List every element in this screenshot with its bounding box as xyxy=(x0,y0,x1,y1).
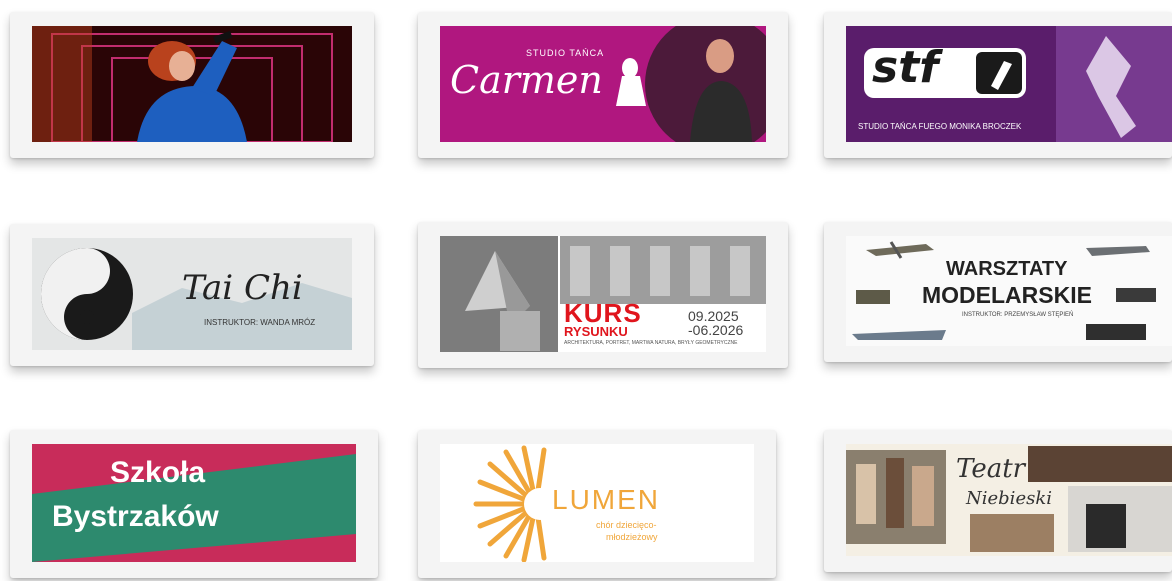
modelarskie-title-2: MODELARSKIE xyxy=(922,282,1092,308)
bystrzakow-title-1: Szkoła xyxy=(110,456,206,489)
banner-image xyxy=(32,26,352,142)
tile-singing-class[interactable] xyxy=(10,12,374,158)
stf-logo: stf xyxy=(872,42,939,93)
banner-image: Szkoła Bystrzaków xyxy=(32,444,356,562)
tile-szkola-bystrzakow[interactable]: Szkoła Bystrzaków xyxy=(10,430,378,578)
teatr-title-1: Teatr xyxy=(956,454,1026,484)
taichi-title: Tai Chi xyxy=(182,268,303,308)
carmen-title: Carmen xyxy=(450,58,603,102)
tile-lumen-choir[interactable]: LUMEN chór dziecięco- młodzieżowy xyxy=(418,430,776,578)
stf-subtitle: STUDIO TAŃCA FUEGO MONIKA BROCZEK xyxy=(858,122,1022,131)
taichi-subtitle: INSTRUKTOR: WANDA MRÓZ xyxy=(204,318,316,327)
bystrzakow-title-2: Bystrzaków xyxy=(52,500,219,533)
tile-carmen-dance-studio[interactable]: STUDIO TAŃCA Carmen xyxy=(418,12,788,158)
kurs-date-2: -06.2026 xyxy=(688,322,744,338)
banner-image: LUMEN chór dziecięco- młodzieżowy xyxy=(440,444,754,562)
lumen-sub-2: młodzieżowy xyxy=(606,532,658,542)
lumen-title: LUMEN xyxy=(552,484,661,515)
kurs-title-2: RYSUNKU xyxy=(564,324,628,339)
tile-warsztaty-modelarskie[interactable]: WARSZTATY MODELARSKIE INSTRUKTOR: PRZEMY… xyxy=(824,222,1172,362)
banner-image: WARSZTATY MODELARSKIE INSTRUKTOR: PRZEMY… xyxy=(846,236,1172,346)
banner-image: Tai Chi INSTRUKTOR: WANDA MRÓZ xyxy=(32,238,352,350)
banner-image: STUDIO TAŃCA Carmen xyxy=(440,26,766,142)
lumen-sub-1: chór dziecięco- xyxy=(596,520,657,530)
banner-image: stf STUDIO TAŃCA FUEGO MONIKA BROCZEK xyxy=(846,26,1172,142)
banner-image: Teatr Niebieski xyxy=(846,444,1172,556)
kurs-footer: ARCHITEKTURA, PORTRET, MARTWA NATURA, BR… xyxy=(564,340,738,346)
tile-kurs-rysunku[interactable]: KURS RYSUNKU 09.2025 -06.2026 ARCHITEKTU… xyxy=(418,222,788,368)
tile-stf-dance-studio[interactable]: stf STUDIO TAŃCA FUEGO MONIKA BROCZEK xyxy=(824,12,1172,158)
banner-image: KURS RYSUNKU 09.2025 -06.2026 ARCHITEKTU… xyxy=(440,236,766,352)
tile-teatr-niebieski[interactable]: Teatr Niebieski xyxy=(824,430,1172,572)
carmen-subtitle: STUDIO TAŃCA xyxy=(526,48,605,58)
teatr-title-2: Niebieski xyxy=(966,488,1052,509)
tile-tai-chi[interactable]: Tai Chi INSTRUKTOR: WANDA MRÓZ xyxy=(10,224,374,366)
modelarskie-title-1: WARSZTATY xyxy=(946,258,1068,280)
modelarskie-subtitle: INSTRUKTOR: PRZEMYSŁAW STĘPIEŃ xyxy=(962,312,1074,318)
